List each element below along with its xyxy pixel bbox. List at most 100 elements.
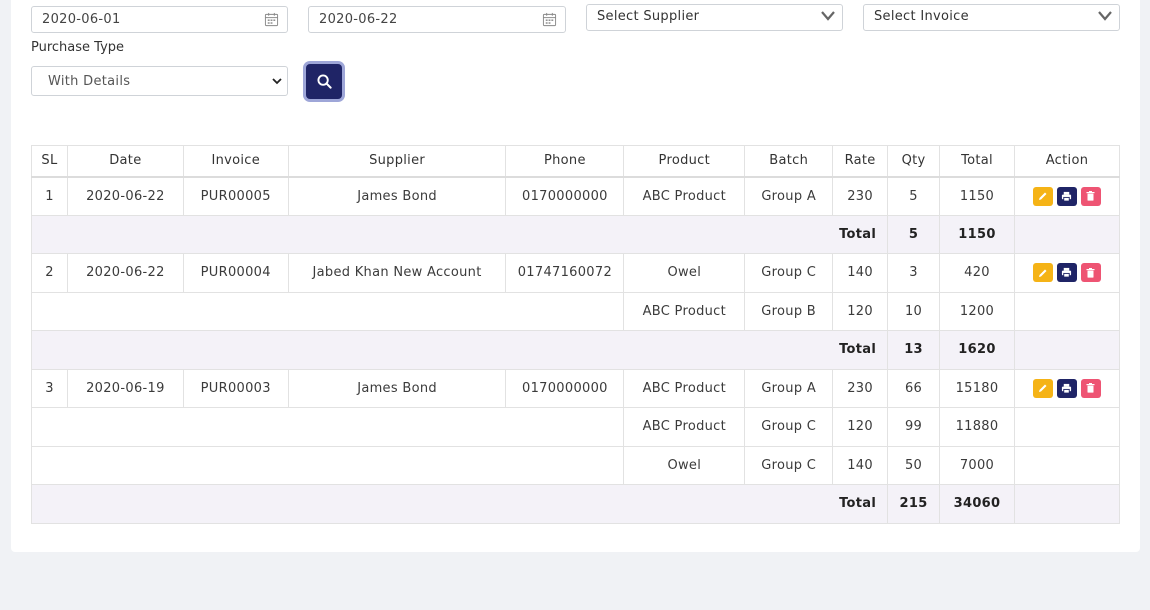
action-cell xyxy=(1013,253,1121,293)
search-button[interactable] xyxy=(306,64,342,99)
sl-cell: 2 xyxy=(31,253,68,293)
supplier-cell: James Bond xyxy=(287,368,507,408)
invoice-select-placeholder: Select Invoice xyxy=(874,9,969,24)
empty-cell xyxy=(30,445,625,485)
edit-button[interactable] xyxy=(1032,263,1053,283)
batch-cell: Group C xyxy=(744,407,834,447)
phone-cell: 0170000000 xyxy=(505,176,625,216)
delete-button[interactable] xyxy=(1080,186,1101,206)
date-to-input[interactable]: 2020-06-22 xyxy=(308,6,566,33)
purchase-type-select[interactable]: With Details xyxy=(31,66,288,96)
product-cell: ABC Product xyxy=(623,368,746,408)
print-button[interactable] xyxy=(1056,378,1077,398)
table-row: 1 2020-06-22 PUR00005 James Bond 0170000… xyxy=(31,176,1121,216)
table-header-row: SL Date Invoice Supplier Phone Product B… xyxy=(31,145,1121,178)
invoice-select[interactable]: Select Invoice xyxy=(863,4,1120,31)
rate-cell: 230 xyxy=(832,176,889,216)
empty-cell xyxy=(1013,291,1121,331)
rate-cell: 120 xyxy=(832,291,889,331)
invoice-cell: PUR00004 xyxy=(182,253,289,293)
action-cell xyxy=(1013,176,1121,216)
column-header: Phone xyxy=(505,145,625,178)
print-button[interactable] xyxy=(1056,263,1077,283)
date-cell: 2020-06-19 xyxy=(66,368,184,408)
column-header: SL xyxy=(31,145,68,178)
qty-cell: 99 xyxy=(887,407,941,447)
qty-cell: 3 xyxy=(887,253,941,293)
table-row: ABC Product Group B 120 10 1200 xyxy=(30,291,1121,331)
table-row: Owel Group C 140 50 7000 xyxy=(30,445,1121,485)
total-amount-cell: 34060 xyxy=(939,484,1015,524)
total-amount-cell: 1150 xyxy=(939,214,1015,254)
date-cell: 2020-06-22 xyxy=(66,253,184,293)
supplier-select[interactable]: Select Supplier xyxy=(586,4,843,31)
qty-cell: 10 xyxy=(887,291,941,331)
rate-cell: 230 xyxy=(832,368,889,408)
supplier-select-placeholder: Select Supplier xyxy=(597,9,700,24)
date-from-input[interactable]: 2020-06-01 xyxy=(31,6,288,33)
search-icon xyxy=(316,74,332,89)
batch-cell: Group C xyxy=(744,253,834,293)
empty-cell xyxy=(1013,407,1121,447)
total-label: Total xyxy=(30,214,889,254)
batch-cell: Group A xyxy=(744,176,834,216)
rate-cell: 140 xyxy=(832,253,889,293)
total-amount-cell: 1620 xyxy=(939,330,1015,370)
product-cell: Owel xyxy=(623,253,746,293)
table-row: 3 2020-06-19 PUR00003 James Bond 0170000… xyxy=(31,368,1121,408)
table-row: ABC Product Group C 120 99 11880 xyxy=(30,407,1121,447)
printer-icon xyxy=(1062,191,1072,202)
total-cell: 1150 xyxy=(939,176,1015,216)
chevron-down-icon xyxy=(1098,11,1112,21)
delete-button[interactable] xyxy=(1080,378,1101,398)
trash-icon xyxy=(1086,191,1095,201)
purchase-report-table: SL Date Invoice Supplier Phone Product B… xyxy=(30,145,1121,524)
empty-cell xyxy=(30,407,625,447)
total-label: Total xyxy=(30,330,889,370)
printer-icon xyxy=(1062,383,1072,394)
pencil-icon xyxy=(1038,192,1047,200)
trash-icon xyxy=(1086,383,1095,393)
column-header: Total xyxy=(939,145,1015,178)
total-cell: 1200 xyxy=(939,291,1015,331)
print-button[interactable] xyxy=(1056,186,1077,206)
batch-cell: Group A xyxy=(744,368,834,408)
total-qty-cell: 215 xyxy=(887,484,941,524)
delete-button[interactable] xyxy=(1080,263,1101,283)
qty-cell: 5 xyxy=(887,176,941,216)
phone-cell: 0170000000 xyxy=(505,368,625,408)
date-cell: 2020-06-22 xyxy=(66,176,184,216)
rate-cell: 120 xyxy=(832,407,889,447)
edit-button[interactable] xyxy=(1032,186,1053,206)
batch-cell: Group C xyxy=(744,445,834,485)
column-header: Rate xyxy=(832,145,889,178)
product-cell: ABC Product xyxy=(623,407,746,447)
column-header: Action xyxy=(1013,145,1121,178)
empty-cell xyxy=(1013,484,1121,524)
empty-cell xyxy=(1013,445,1121,485)
product-cell: ABC Product xyxy=(623,176,746,216)
sl-cell: 3 xyxy=(31,368,68,408)
total-cell: 7000 xyxy=(939,445,1015,485)
trash-icon xyxy=(1086,267,1095,278)
column-header: Qty xyxy=(887,145,941,178)
pencil-icon xyxy=(1038,269,1047,277)
product-cell: Owel xyxy=(623,445,746,485)
rate-cell: 140 xyxy=(832,445,889,485)
edit-button[interactable] xyxy=(1032,378,1053,398)
group-total-row: Total 13 1620 xyxy=(30,330,1121,370)
pencil-icon xyxy=(1038,384,1047,393)
purchase-type-label: Purchase Type xyxy=(31,40,125,55)
qty-cell: 50 xyxy=(887,445,941,485)
batch-cell: Group B xyxy=(744,291,834,331)
group-total-row: Total 5 1150 xyxy=(30,214,1121,254)
supplier-cell: Jabed Khan New Account xyxy=(287,253,507,293)
chevron-down-icon xyxy=(272,78,282,85)
calendar-icon[interactable] xyxy=(264,12,279,27)
product-cell: ABC Product xyxy=(623,291,746,331)
sl-cell: 1 xyxy=(31,176,68,216)
calendar-icon[interactable] xyxy=(542,12,557,27)
column-header: Product xyxy=(623,145,746,178)
column-header: Supplier xyxy=(287,145,507,178)
empty-cell xyxy=(30,291,625,331)
